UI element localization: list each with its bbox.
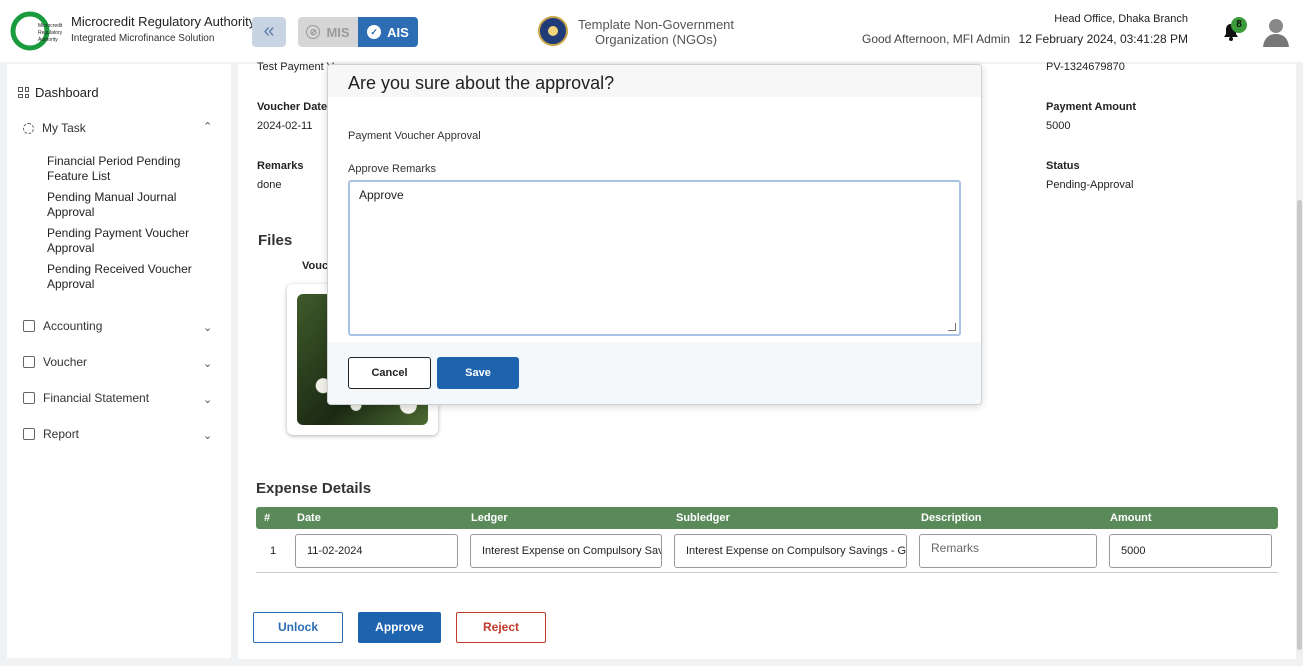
row-divider [256,572,1278,573]
approve-button[interactable]: Approve [358,612,441,643]
svg-text:Authority: Authority [38,37,58,43]
sidebar-item-report[interactable]: Report [23,427,79,441]
ngo-seal-icon [538,16,568,46]
chevron-down-icon[interactable]: ⌄ [203,393,212,406]
voucher-number: PV-1324679870 [1046,61,1125,73]
sidebar-subitem-manual-journal[interactable]: Pending Manual Journal Approval [47,190,197,220]
description-textarea[interactable]: Remarks [919,534,1097,568]
cancel-button[interactable]: Cancel [348,357,431,389]
amount-input[interactable]: 5000 [1109,534,1272,568]
column-header-amount: Amount [1110,512,1152,524]
remarks-value: done [257,179,282,191]
sidebar-item-financial-statement[interactable]: Financial Statement [23,391,149,405]
current-datetime: 12 February 2024, 03:41:28 PM [1018,32,1188,46]
scrollbar-thumb[interactable] [1297,200,1302,650]
row-number: 1 [270,545,277,557]
sidebar-item-dashboard[interactable]: Dashboard [18,85,99,100]
document-icon [23,356,35,368]
branch-name: Head Office, Dhaka Branch [1054,13,1188,25]
save-button[interactable]: Save [437,357,519,389]
chevron-up-icon[interactable]: ⌃ [203,120,212,133]
ban-icon: ⊘ [306,25,321,39]
voucher-date-label: Voucher Date [257,101,328,113]
document-icon [23,392,35,404]
sidebar-item-label: Voucher [43,355,88,369]
column-header-date: Date [297,512,321,524]
svg-text:Regulatory: Regulatory [38,30,63,36]
expense-table-header: # Date Ledger Subledger Description Amou… [256,507,1278,529]
modal-footer: Cancel Save [328,342,981,404]
sidebar-item-label: Dashboard [35,85,99,100]
mra-logo: Microcredit Regulatory Authority [10,11,63,51]
check-circle-icon: ✓ [367,25,382,39]
column-header-no: # [264,512,271,524]
mode-ais-label: AIS [387,24,409,40]
column-header-description: Description [921,512,982,524]
subledger-select[interactable]: Interest Expense on Compulsory Savings -… [674,534,907,568]
column-header-ledger: Ledger [471,512,508,524]
org-subtitle: Integrated Microfinance Solution [71,33,215,44]
action-bar: Unlock Approve Reject [238,597,1296,659]
user-avatar-icon[interactable] [1262,17,1290,47]
sidebar-item-voucher[interactable]: Voucher [23,355,87,369]
approval-confirm-modal: Are you sure about the approval? Payment… [327,64,982,405]
sidebar-subitem-received-voucher[interactable]: Pending Received Voucher Approval [47,262,197,292]
sidebar-subitem-financial-period[interactable]: Financial Period Pending Feature List [47,154,197,184]
svg-text:Microcredit: Microcredit [38,23,63,29]
remarks-label: Remarks [257,160,304,172]
double-chevron-left-icon: « [263,20,275,42]
sidebar-subitem-payment-voucher[interactable]: Pending Payment Voucher Approval [47,226,197,256]
resize-grip-icon[interactable] [948,323,956,331]
grid-icon [18,87,29,98]
sidebar-item-label: Report [43,427,80,441]
sidebar: Dashboard My Task ⌃ Financial Period Pen… [7,64,231,658]
ledger-select[interactable]: Interest Expense on Compulsory Sav [470,534,662,568]
loading-circle-icon [23,122,34,134]
files-heading: Files [258,232,293,249]
status-label: Status [1046,160,1080,172]
chevron-down-icon[interactable]: ⌄ [203,321,212,334]
payment-amount-value: 5000 [1046,120,1071,132]
modal-title: Are you sure about the approval? [348,73,615,93]
org-title: Microcredit Regulatory Authority [71,14,256,29]
approve-remarks-value: Approve [359,188,404,202]
document-icon [23,320,35,332]
document-icon [23,428,35,440]
chevron-down-icon[interactable]: ⌄ [203,357,212,370]
ngo-name: Template Non-Government Organization (NG… [577,17,735,47]
mode-switch: ⊘ MIS ✓ AIS [298,17,418,47]
sidebar-item-label: Accounting [43,319,103,333]
top-header: Microcredit Regulatory Authority Microcr… [0,0,1303,62]
mode-ais-button[interactable]: ✓ AIS [358,17,418,47]
voucher-title-partial: Test Payment V [257,61,335,73]
mode-mis-label: MIS [326,24,350,40]
greeting-text: Good Afternoon, MFI Admin [862,32,1011,46]
approve-remarks-label: Approve Remarks [348,163,437,175]
sidebar-item-accounting[interactable]: Accounting [23,319,102,333]
reject-button[interactable]: Reject [456,612,546,643]
modal-subtitle: Payment Voucher Approval [348,130,481,142]
approve-remarks-textarea[interactable]: Approve [348,180,961,336]
date-input[interactable]: 11-02-2024 [295,534,458,568]
mode-mis-button[interactable]: ⊘ MIS [298,17,358,47]
unlock-button[interactable]: Unlock [253,612,343,643]
payment-amount-label: Payment Amount [1046,101,1137,113]
expense-details-heading: Expense Details [256,480,372,497]
status-value: Pending-Approval [1046,179,1134,191]
column-header-subledger: Subledger [676,512,730,524]
sidebar-item-label: Financial Statement [43,391,150,405]
chevron-down-icon[interactable]: ⌄ [203,429,212,442]
sidebar-item-my-task[interactable]: My Task [23,121,86,135]
voucher-date-value: 2024-02-11 [257,120,313,132]
notification-count-badge: 8 [1231,17,1247,33]
sidebar-item-label: My Task [42,121,86,135]
collapse-sidebar-button[interactable]: « [252,17,286,47]
